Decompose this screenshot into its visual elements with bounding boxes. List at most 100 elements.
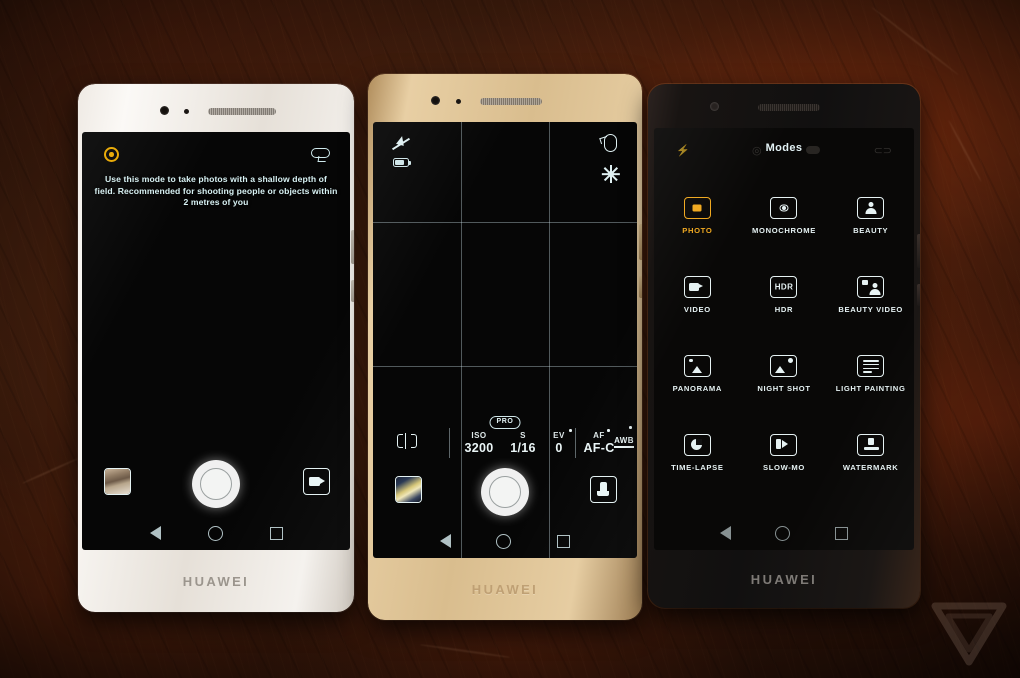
pro-mode-badge: PRO xyxy=(489,416,521,429)
pro-control-wb[interactable]: AWB xyxy=(611,436,637,448)
settings-gear-icon[interactable] xyxy=(602,165,621,183)
phone-gold-chin: HUAWEI xyxy=(368,558,642,620)
video-glyph xyxy=(689,282,704,291)
mode-item-photo[interactable]: PHOTO xyxy=(654,176,741,255)
video-camera-icon[interactable] xyxy=(303,468,330,495)
recents-square-icon[interactable] xyxy=(557,534,571,548)
power-button[interactable] xyxy=(351,280,354,302)
home-circle-icon[interactable] xyxy=(207,525,223,541)
timer-icon[interactable] xyxy=(604,134,617,152)
shutter-button[interactable] xyxy=(192,460,240,508)
mode-item-beauty-video[interactable]: BEAUTY VIDEO xyxy=(827,255,914,334)
light-painting-lines xyxy=(862,360,879,375)
wb-superscript-dot xyxy=(629,426,632,429)
pro-control-iso-label: ISO xyxy=(471,431,487,440)
volume-button[interactable] xyxy=(639,224,642,260)
mode-item-beauty[interactable]: BEAUTY xyxy=(827,176,914,255)
phone-white-screen[interactable]: Use this mode to take photos with a shal… xyxy=(82,132,350,550)
back-triangle-icon[interactable] xyxy=(439,534,451,548)
huawei-logo: HUAWEI xyxy=(471,581,539,597)
android-nav-bar xyxy=(82,516,350,550)
back-triangle-icon[interactable] xyxy=(149,526,161,540)
loop-shutter-icon[interactable] xyxy=(311,148,330,158)
beauty-video-person-glyph xyxy=(868,282,881,295)
shutter-button[interactable] xyxy=(481,468,529,516)
gallery-thumbnail[interactable] xyxy=(395,476,422,503)
hdr-icon: HDR xyxy=(770,275,798,298)
grid-line-horizontal xyxy=(373,366,637,368)
mode-label: WATERMARK xyxy=(842,462,899,472)
aperture-icon[interactable] xyxy=(104,147,119,162)
hdr-glyph: HDR xyxy=(774,282,794,291)
power-button[interactable] xyxy=(917,284,920,306)
mode-label: TIME-LAPSE xyxy=(671,462,724,472)
metering-icon[interactable] xyxy=(397,433,417,449)
gallery-thumbnail[interactable] xyxy=(104,468,131,495)
light-painting-icon xyxy=(857,354,885,377)
pro-controls-bar: PRO ISO 3200 S 1/16 EV 0 AF AF-C AWB xyxy=(373,416,637,462)
video-camera-glyph xyxy=(308,477,325,486)
watermark-stamp xyxy=(868,438,875,445)
phone-white-top-hardware xyxy=(78,84,354,132)
phone-gold-screen[interactable]: PRO ISO 3200 S 1/16 EV 0 AF AF-C AWB xyxy=(373,122,637,558)
panorama-sun xyxy=(689,359,693,363)
mode-item-night-shot[interactable]: NIGHT SHOT xyxy=(741,334,828,413)
mode-item-hdr[interactable]: HDR HDR xyxy=(741,255,828,334)
mode-item-video[interactable]: VIDEO xyxy=(654,255,741,334)
volume-button[interactable] xyxy=(917,234,920,268)
photo-scene: Use this mode to take photos with a shal… xyxy=(0,0,1020,678)
home-circle-icon[interactable] xyxy=(775,525,791,541)
beauty-glyph xyxy=(864,201,877,214)
ev-superscript-dot xyxy=(569,429,572,432)
metering-right xyxy=(411,434,417,448)
proximity-sensor-icon xyxy=(456,99,461,104)
phone-black-chin: HUAWEI xyxy=(648,550,920,608)
mode-item-light-painting[interactable]: LIGHT PAINTING xyxy=(827,334,914,413)
modes-title: Modes xyxy=(765,142,803,154)
huawei-logo: HUAWEI xyxy=(750,571,818,587)
night-shot-icon xyxy=(770,354,798,377)
mode-label: HDR xyxy=(774,304,794,314)
front-camera-icon xyxy=(431,96,440,105)
monochrome-dot xyxy=(781,205,786,210)
phone-white[interactable]: Use this mode to take photos with a shal… xyxy=(78,84,354,612)
photo-glyph xyxy=(692,204,702,211)
mode-item-slow-mo[interactable]: SLOW-MO xyxy=(741,413,828,492)
phone-gold[interactable]: PRO ISO 3200 S 1/16 EV 0 AF AF-C AWB HUA… xyxy=(368,74,642,620)
mode-item-time-lapse[interactable]: TIME-LAPSE xyxy=(654,413,741,492)
pro-control-wb-label: AWB xyxy=(614,436,634,445)
recents-square-icon[interactable] xyxy=(269,526,283,540)
android-nav-bar xyxy=(373,524,637,558)
camera-top-bar xyxy=(373,122,637,183)
mode-item-monochrome[interactable]: MONOCHROME xyxy=(741,176,828,255)
watermark-base xyxy=(863,446,879,451)
home-circle-icon[interactable] xyxy=(496,533,512,549)
wb-underline xyxy=(614,446,634,448)
camera-bottom-bar xyxy=(373,462,637,524)
mode-item-panorama[interactable]: PANORAMA xyxy=(654,334,741,413)
slow-mo-icon xyxy=(770,433,798,456)
phone-gold-top-hardware xyxy=(368,74,642,122)
watermark-icon xyxy=(857,433,885,456)
pro-control-iso-value: 3200 xyxy=(464,441,494,455)
back-triangle-icon[interactable] xyxy=(720,526,732,540)
battery-icon xyxy=(393,158,412,167)
power-button[interactable] xyxy=(639,276,642,298)
time-lapse-notch xyxy=(695,438,702,445)
metering-center xyxy=(404,433,407,449)
volume-button[interactable] xyxy=(351,230,354,264)
mode-label: NIGHT SHOT xyxy=(757,383,811,393)
front-camera-icon xyxy=(160,106,169,115)
mode-label: PANORAMA xyxy=(672,383,722,393)
mode-item-watermark[interactable]: WATERMARK xyxy=(827,413,914,492)
beauty-icon xyxy=(857,196,885,219)
pro-control-iso[interactable]: ISO 3200 xyxy=(455,430,503,455)
mode-switch-icon[interactable] xyxy=(590,476,617,503)
phone-black[interactable]: ⚡ ◎ ⊂⊃ Modes PHOTO MONOCHROME BEAUTY VID… xyxy=(648,84,920,608)
phone-black-top-hardware xyxy=(648,84,920,132)
person-head xyxy=(872,282,878,288)
recents-square-icon[interactable] xyxy=(834,526,848,540)
metering-left xyxy=(397,434,403,448)
phone-black-screen[interactable]: ⚡ ◎ ⊂⊃ Modes PHOTO MONOCHROME BEAUTY VID… xyxy=(654,128,914,550)
flash-off-icon[interactable] xyxy=(391,135,411,151)
